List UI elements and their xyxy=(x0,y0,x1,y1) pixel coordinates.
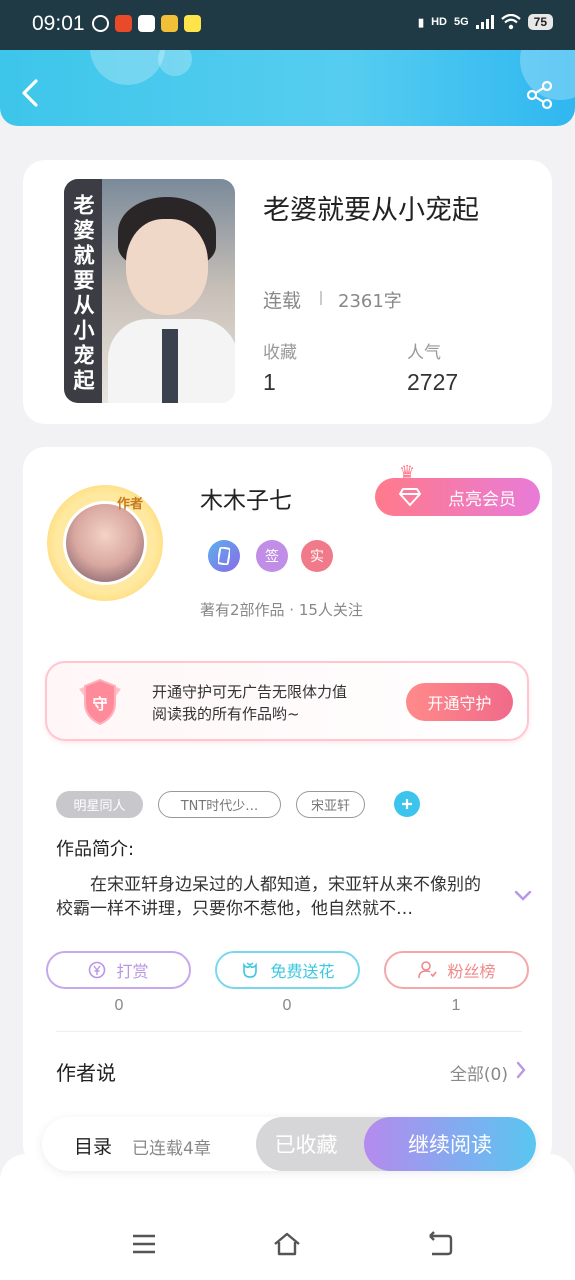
tag-item[interactable]: TNT时代少… xyxy=(158,791,281,818)
author-name[interactable]: 木木子七 xyxy=(200,481,292,515)
author-meta: 著有2部作品 · 15人关注 xyxy=(200,601,363,619)
fan-rank-button[interactable]: 粉丝榜 xyxy=(384,951,529,989)
author-badge: 作者 xyxy=(117,497,144,512)
mail-app-icon xyxy=(138,15,155,32)
open-guard-button[interactable]: 开通守护 xyxy=(406,683,513,721)
guard-text-line2: 阅读我的所有作品哟~ xyxy=(152,705,300,723)
guard-text: 开通守护可无广告无限体力值 阅读我的所有作品哟~ xyxy=(152,681,347,725)
popularity-value: 2727 xyxy=(407,369,459,395)
plus-icon xyxy=(402,799,412,809)
popularity-label: 人气 xyxy=(407,343,441,363)
chevron-right-icon[interactable] xyxy=(515,1060,527,1080)
top-header xyxy=(0,50,575,126)
fan-count: 1 xyxy=(451,997,461,1014)
cover-figure-face xyxy=(126,219,208,315)
book-cover[interactable]: 老婆就要从小宠起 xyxy=(64,179,235,403)
hd-icon: HD xyxy=(431,16,447,28)
smile-app-icon xyxy=(184,15,201,32)
send-flower-label: 免费送花 xyxy=(270,962,335,981)
intro-title: 作品简介: xyxy=(56,839,135,860)
crown-icon: ♛ xyxy=(399,462,416,483)
fan-rank-label: 粉丝榜 xyxy=(447,962,496,981)
author-says-all-link[interactable]: 全部(0) xyxy=(450,1060,508,1085)
author-says-title: 作者说 xyxy=(56,1061,116,1085)
status-time: 09:01 xyxy=(32,12,85,35)
guard-text-line1: 开通守护可无广告无限体力值 xyxy=(152,683,348,701)
toc-button[interactable]: 目录 xyxy=(74,1132,112,1159)
map-app-icon xyxy=(161,15,178,32)
menu-icon[interactable] xyxy=(130,1230,158,1258)
vip-button[interactable]: ♛ 点亮会员 xyxy=(375,462,540,516)
reward-count: 0 xyxy=(114,997,124,1014)
collected-label: 已收藏 xyxy=(274,1133,338,1157)
verified-badge: 实 xyxy=(301,540,333,572)
decor-bubble xyxy=(158,50,192,76)
guard-banner[interactable]: 守 开通守护可无广告无限体力值 阅读我的所有作品哟~ 开通守护 xyxy=(45,661,529,741)
avatar xyxy=(63,501,147,585)
book-title: 老婆就要从小宠起 xyxy=(263,195,479,226)
signed-badge: 签 xyxy=(256,540,288,572)
decor-bubble xyxy=(90,50,165,85)
send-flower-button[interactable]: 免费送花 xyxy=(215,951,360,989)
tag-item[interactable]: 明星同人 xyxy=(56,791,143,818)
guard-shield-icon: 守 xyxy=(79,678,121,726)
home-icon[interactable] xyxy=(273,1230,301,1258)
author-avatar[interactable]: 作者 xyxy=(47,485,163,601)
favorites-label: 收藏 xyxy=(263,343,297,363)
continue-reading-button[interactable]: 继续阅读 xyxy=(364,1117,536,1171)
bottom-action-bar: 目录 已连载4章 已收藏 继续阅读 xyxy=(42,1117,536,1171)
system-nav-bar xyxy=(0,1154,575,1280)
vip-button-label: 点亮会员 xyxy=(448,489,516,510)
divider xyxy=(320,291,322,305)
guard-icon-text: 守 xyxy=(92,695,107,713)
fan-icon xyxy=(418,961,438,979)
toc-chapter-count: 已连载4章 xyxy=(132,1139,211,1159)
signal-icon xyxy=(475,15,494,29)
notification-icons xyxy=(92,15,201,32)
coin-icon xyxy=(89,961,106,979)
status-right: ▮ HD 5G 75 xyxy=(418,14,553,30)
chevron-down-icon[interactable] xyxy=(513,889,533,903)
share-icon[interactable] xyxy=(525,80,555,110)
flower-icon xyxy=(243,962,258,978)
battery-icon: 75 xyxy=(527,14,553,30)
status-bar: 09:01 ▮ HD 5G 75 xyxy=(0,0,575,50)
nav-back-icon[interactable] xyxy=(426,1230,454,1258)
favorites-value: 1 xyxy=(263,369,276,395)
back-icon[interactable] xyxy=(18,78,44,108)
cover-figure-tie xyxy=(162,329,178,403)
book-status: 连载 xyxy=(263,290,302,312)
k-app-icon xyxy=(92,15,109,32)
vibrate-icon: ▮ xyxy=(418,16,425,29)
divider xyxy=(56,1031,522,1032)
book-word-count: 2361字 xyxy=(338,291,402,312)
book-info-card: 老婆就要从小宠起 老婆就要从小宠起 连载 2361字 收藏 1 人气 2727 xyxy=(23,160,552,424)
wifi-icon xyxy=(500,14,521,30)
flower-count: 0 xyxy=(282,997,292,1014)
news-app-icon xyxy=(115,15,132,32)
cover-title-text: 老婆就要从小宠起 xyxy=(64,179,102,403)
reward-label: 打赏 xyxy=(116,962,149,981)
reward-button[interactable]: 打赏 xyxy=(46,951,191,989)
tag-item[interactable]: 宋亚轩 xyxy=(296,791,365,818)
intro-text: 在宋亚轩身边呆过的人都知道，宋亚轩从来不像别的校霸一样不讲理，只要你不惹他，他自… xyxy=(56,875,481,919)
diamond-icon xyxy=(399,488,421,506)
network-icon: 5G xyxy=(453,16,469,28)
add-tag-button[interactable] xyxy=(394,791,420,817)
phone-verified-icon xyxy=(208,540,240,572)
author-card: 作者 木木子七 ♛ 点亮会员 签 实 著有2部作品 · 15人关注 守 开通守护… xyxy=(23,447,552,1167)
